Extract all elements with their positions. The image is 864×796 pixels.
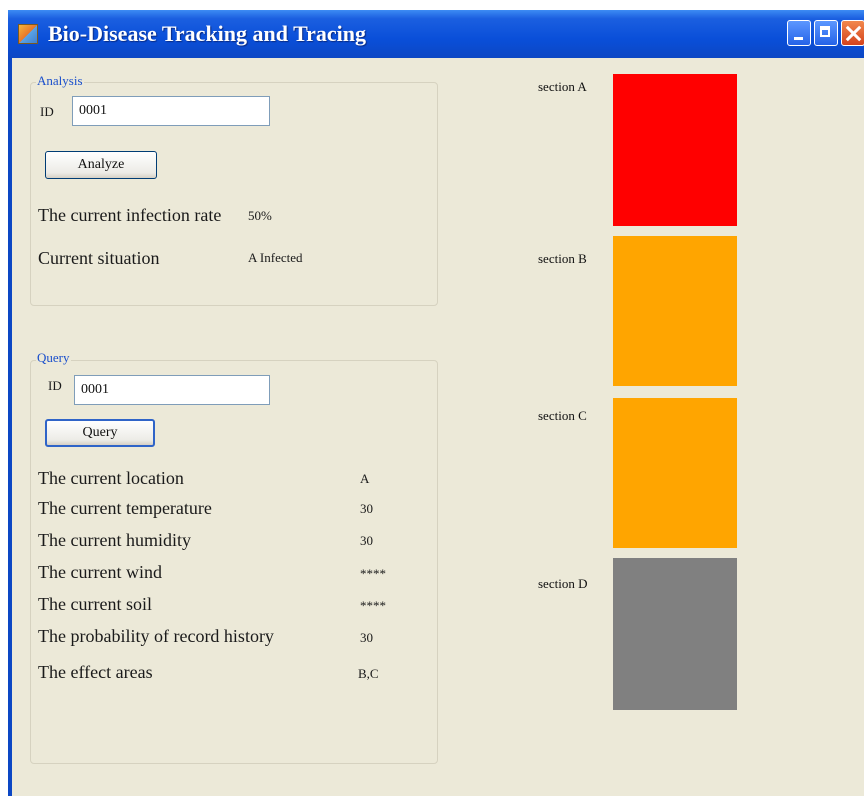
query-row-value: B,C xyxy=(358,666,379,681)
current-situation-value: A Infected xyxy=(248,250,303,265)
query-row-value: 30 xyxy=(360,630,373,645)
query-group-title: Query xyxy=(36,350,71,366)
query-row-label: The current temperature xyxy=(38,498,212,518)
section-b-label: section B xyxy=(538,251,587,266)
query-row-value: **** xyxy=(360,598,386,613)
query-id-input[interactable] xyxy=(74,375,270,405)
query-row-value: A xyxy=(360,471,370,486)
section-c-label: section C xyxy=(538,408,587,423)
analysis-group-title: Analysis xyxy=(36,73,84,89)
window-title: Bio-Disease Tracking and Tracing xyxy=(48,21,367,46)
section-d-label: section D xyxy=(538,576,588,591)
infection-rate-label: The current infection rate xyxy=(38,205,222,225)
query-row-label: The effect areas xyxy=(38,662,153,682)
minimize-button[interactable] xyxy=(787,20,811,46)
query-row-label: The current humidity xyxy=(38,530,191,550)
current-situation-label: Current situation xyxy=(38,248,160,268)
close-button[interactable] xyxy=(841,20,864,46)
analysis-id-input[interactable] xyxy=(72,96,270,126)
query-row-label: The probability of record history xyxy=(38,626,274,646)
query-button[interactable]: Query xyxy=(45,419,155,447)
title-bar[interactable]: Bio-Disease Tracking and Tracing xyxy=(8,10,864,58)
query-row-label: The current wind xyxy=(38,562,162,582)
analyze-button[interactable]: Analyze xyxy=(45,151,157,179)
query-row-value: **** xyxy=(360,566,386,581)
section-b-box xyxy=(613,236,737,386)
query-id-label: ID xyxy=(48,378,62,393)
analysis-id-label: ID xyxy=(40,104,54,119)
app-window: Bio-Disease Tracking and Tracing Analysi… xyxy=(8,10,864,796)
query-row-value: 30 xyxy=(360,533,373,548)
infection-rate-value: 50% xyxy=(248,208,272,223)
section-a-label: section A xyxy=(538,79,587,94)
section-d-box xyxy=(613,558,737,710)
query-row-value: 30 xyxy=(360,501,373,516)
maximize-button[interactable] xyxy=(814,20,838,46)
section-a-box xyxy=(613,74,737,226)
app-icon xyxy=(18,24,38,44)
query-row-label: The current soil xyxy=(38,594,152,614)
section-c-box xyxy=(613,398,737,548)
query-row-label: The current location xyxy=(38,468,184,488)
window-border xyxy=(8,58,12,796)
